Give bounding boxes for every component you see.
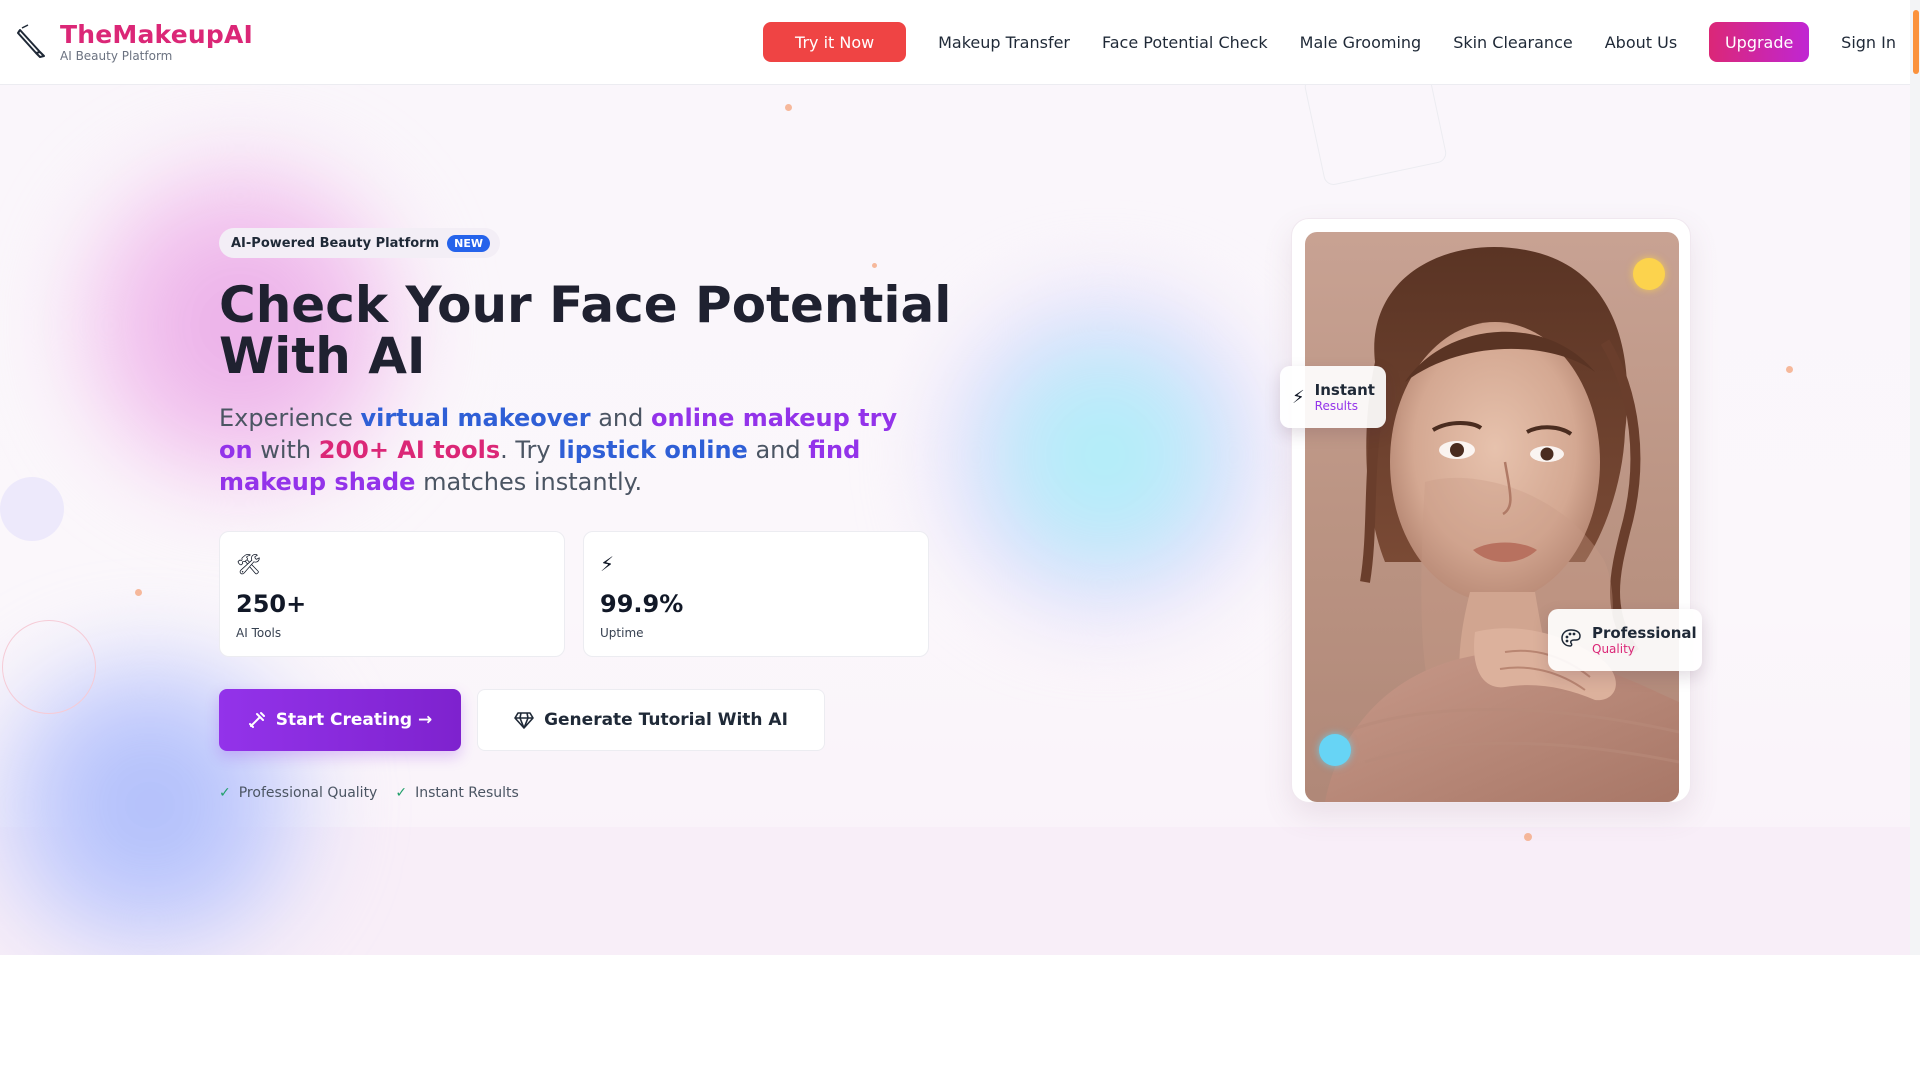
subtext-part: and [590, 404, 651, 432]
brand-title: TheMakeupAI [60, 20, 254, 49]
check-item: ✓ Instant Results [395, 785, 518, 801]
professional-title: Professional [1592, 623, 1697, 642]
instant-subtitle: Results [1314, 398, 1358, 413]
check-label: Instant Results [415, 785, 519, 801]
hero-section: AI-Powered Beauty Platform NEW Check You… [0, 85, 1910, 955]
scrollbar-thumb[interactable] [1913, 10, 1919, 74]
lightning-icon: ⚡ [1292, 386, 1305, 408]
try-it-now-button[interactable]: Try it Now [763, 22, 907, 62]
nav-link-makeup-transfer[interactable]: Makeup Transfer [938, 33, 1070, 52]
stat-label: AI Tools [236, 626, 282, 640]
subtext-part: matches instantly. [415, 468, 643, 496]
new-badge: NEW [447, 234, 490, 252]
decorative-dot-yellow [1633, 258, 1665, 290]
platform-badge: AI-Powered Beauty Platform NEW [219, 228, 500, 258]
feature-checks: ✓ Professional Quality ✓ Instant Results [219, 785, 537, 801]
highlight-virtual-makeover: virtual makeover [360, 404, 591, 432]
badge-label: AI-Powered Beauty Platform [231, 235, 440, 251]
upgrade-button[interactable]: Upgrade [1709, 22, 1810, 62]
check-item: ✓ Professional Quality [219, 785, 377, 801]
decorative-circle [0, 477, 64, 541]
nav-link-male-grooming[interactable]: Male Grooming [1300, 33, 1422, 52]
nav-link-about-us[interactable]: About Us [1605, 33, 1677, 52]
start-creating-button[interactable]: Start Creating → [219, 689, 461, 751]
lightning-icon: ⚡ [600, 552, 615, 576]
page-scrollbar[interactable] [1910, 0, 1920, 955]
check-label: Professional Quality [238, 785, 378, 801]
check-icon: ✓ [219, 785, 231, 801]
main-nav: Try it Now Makeup Transfer Face Potentia… [763, 22, 1896, 62]
nav-link-skin-clearance[interactable]: Skin Clearance [1453, 33, 1573, 52]
tools-icon [248, 711, 266, 729]
stat-label: Uptime [600, 626, 644, 640]
tools-icon: 🛠 [236, 552, 262, 576]
sign-in-link[interactable]: Sign In [1841, 33, 1896, 52]
subtext-part: with [252, 436, 319, 464]
palette-icon [1560, 628, 1582, 653]
instant-title: Instant [1314, 380, 1375, 399]
highlight-lipstick-online: lipstick online [558, 436, 748, 464]
stat-value: 99.9% [600, 590, 684, 618]
decorative-dot [135, 589, 142, 596]
generate-tutorial-button[interactable]: Generate Tutorial With AI [477, 689, 825, 751]
highlight-ai-tools: 200+ AI tools [318, 436, 501, 464]
top-navbar: TheMakeupAI AI Beauty Platform Try it No… [0, 0, 1910, 85]
showcase-frame [1291, 218, 1691, 803]
stat-card-ai-tools: 🛠 250+ AI Tools [219, 531, 565, 657]
hero-subtext: Experience virtual makeover and online m… [219, 402, 919, 498]
subtext-part: and [747, 436, 809, 464]
decorative-dot-cyan [1319, 734, 1351, 766]
subtext-part: . Try [500, 436, 559, 464]
stat-card-uptime: ⚡ 99.9% Uptime [583, 531, 929, 657]
brand-logo[interactable]: TheMakeupAI AI Beauty Platform [16, 20, 253, 63]
decorative-dot [1786, 366, 1793, 373]
nav-link-face-potential-check[interactable]: Face Potential Check [1102, 33, 1268, 52]
decorative-dot [785, 104, 792, 111]
professional-subtitle: Quality [1592, 641, 1635, 656]
model-portrait-image [1305, 232, 1679, 802]
subtext-part: Experience [219, 404, 361, 432]
start-creating-label: Start Creating → [275, 710, 433, 730]
professional-quality-card: Professional Quality [1548, 609, 1702, 671]
decorative-dot [872, 263, 877, 268]
instant-results-card: ⚡ Instant Results [1280, 366, 1386, 428]
brand-subtitle: AI Beauty Platform [60, 49, 173, 63]
hero-headline: Check Your Face Potential With AI [219, 276, 952, 385]
stat-value: 250+ [236, 590, 307, 618]
check-icon: ✓ [395, 785, 408, 801]
gem-icon [514, 711, 534, 729]
decorative-dot [1524, 833, 1532, 841]
decorative-square [1302, 85, 1449, 187]
decorative-ring [2, 620, 96, 714]
generate-tutorial-label: Generate Tutorial With AI [544, 710, 788, 730]
decorative-blob-cyan [940, 290, 1270, 620]
pen-brush-icon [16, 22, 48, 62]
